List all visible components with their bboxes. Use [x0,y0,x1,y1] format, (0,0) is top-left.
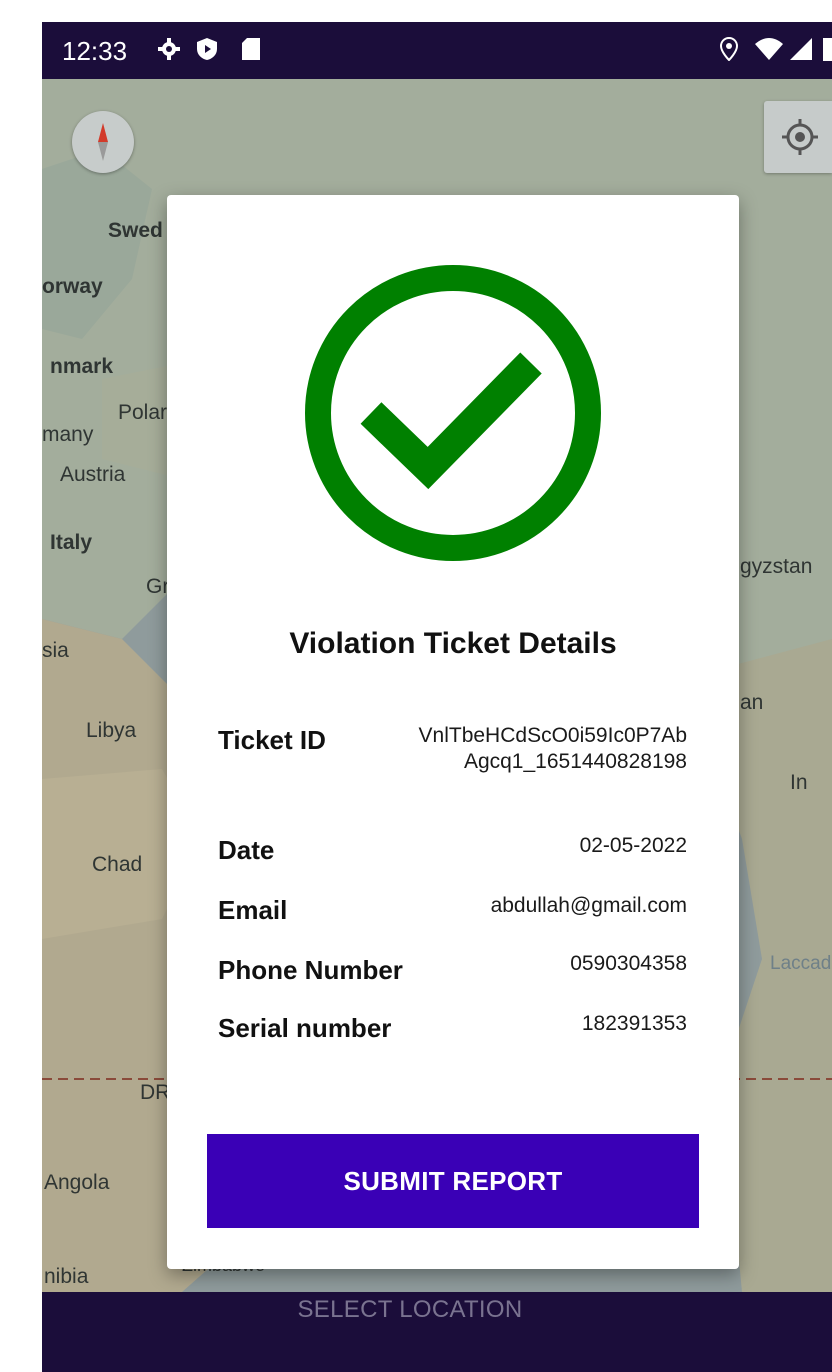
map-label: Austria [60,463,126,486]
map-label: Swed [108,219,163,242]
map-label: Polar [118,401,168,424]
select-location-button[interactable]: SELECT LOCATION [0,1270,820,1350]
map-label: sia [42,639,69,662]
status-bar: 12:33 [42,22,832,79]
map-label: Italy [50,531,93,554]
map-label: many [42,423,94,446]
map-label: orway [42,275,103,298]
map-label: In [790,771,808,794]
battery-icon [814,34,832,64]
my-location-icon [782,119,818,155]
success-check-icon [303,263,603,563]
wifi-icon [754,34,784,64]
compass-button[interactable] [72,111,134,173]
map-label: nmark [50,355,114,378]
gear-icon [154,34,184,64]
map-label: Libya [86,719,137,742]
location-icon [714,34,744,64]
email-label: Email [218,895,288,925]
map-label: Laccad [770,953,832,974]
map-label: Gr [146,575,170,598]
serial-number-value: 182391353 [581,1012,687,1035]
map-label: gyzstan [740,555,813,578]
date-value: 02-05-2022 [579,834,687,857]
page: Swed orway nmark Polar many Austria Ital… [0,0,832,1372]
my-location-button[interactable] [764,101,832,173]
map-label: DR [140,1081,171,1104]
submit-report-button[interactable]: SUBMIT REPORT [207,1134,699,1228]
ticket-dialog: Violation Ticket Details Ticket ID VnlTb… [167,195,739,1269]
shield-icon [192,34,222,64]
serial-number-label: Serial number [218,1013,392,1043]
signal-icon [786,34,816,64]
dialog-title: Violation Ticket Details [289,627,617,660]
phone-number-value: 0590304358 [570,952,687,975]
map-label: Chad [92,853,143,876]
compass-icon [98,123,108,161]
ticket-id-label: Ticket ID [218,725,326,755]
map-label: an [740,691,764,714]
email-value: abdullah@gmail.com [490,894,687,917]
status-time: 12:33 [62,36,128,66]
sd-card-icon [236,34,266,64]
phone-number-label: Phone Number [218,955,403,985]
map-label: Angola [44,1171,110,1194]
ticket-id-value: VnlTbeHCdScO0i59Ic0P7AbAgcq1_16514408281… [418,724,687,773]
date-label: Date [218,835,275,865]
